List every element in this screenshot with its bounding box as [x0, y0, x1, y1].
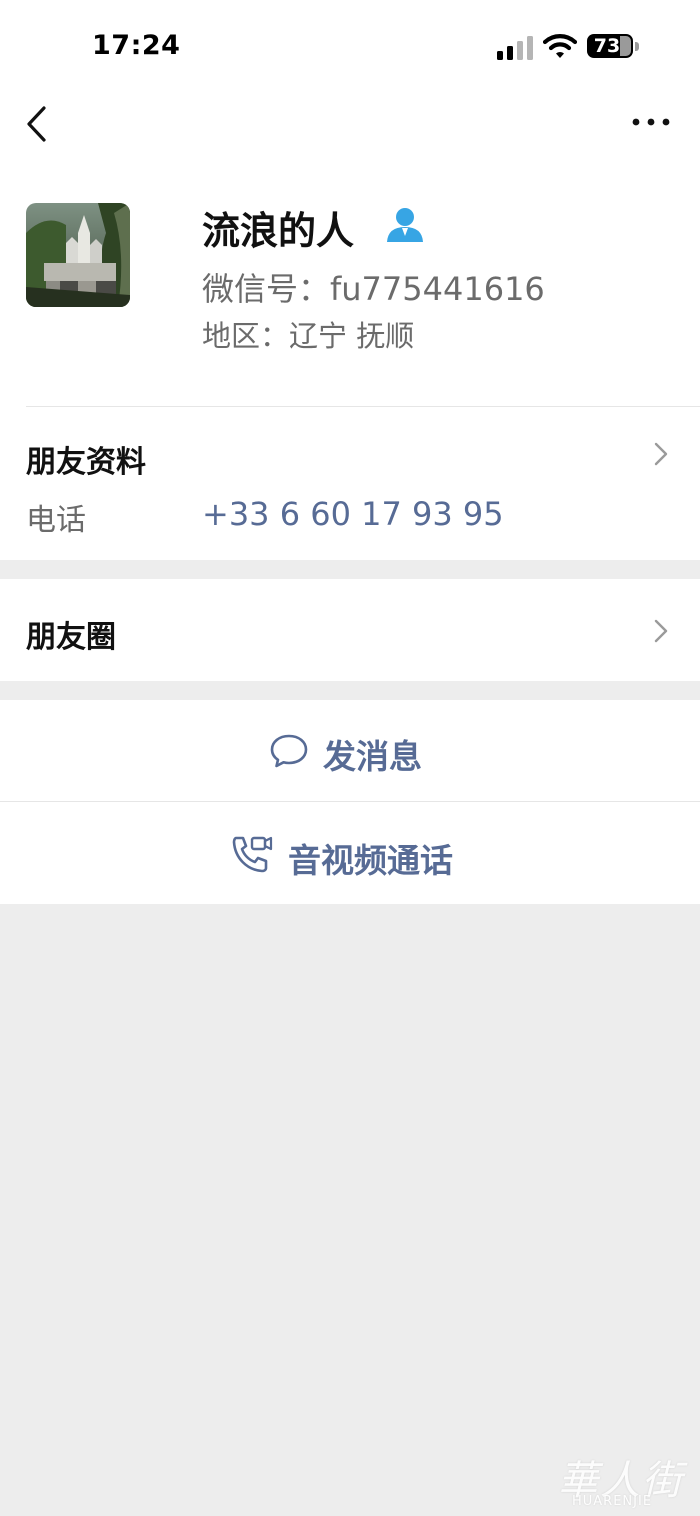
battery-level: 73	[593, 35, 621, 57]
phone-number-link[interactable]: +33 6 60 17 93 95	[202, 495, 504, 533]
contact-name: 流浪的人	[202, 209, 355, 253]
avatar[interactable]	[26, 203, 130, 307]
region: 地区：辽宁 抚顺	[202, 319, 415, 353]
video-call-button[interactable]: 音视频通话	[0, 802, 700, 904]
watermark-subtext: HUARENJIE	[572, 1494, 653, 1509]
moments-row[interactable]: 朋友圈	[0, 579, 700, 681]
send-message-label: 发消息	[323, 737, 422, 776]
video-call-label: 音视频通话	[288, 841, 453, 880]
action-buttons: 发消息 音视频通话	[0, 700, 700, 904]
status-time: 17:24	[92, 30, 181, 61]
send-message-button[interactable]: 发消息	[0, 700, 700, 801]
cell-signal-icon	[497, 36, 533, 60]
moments-title: 朋友圈	[26, 620, 116, 655]
wifi-icon	[543, 34, 577, 58]
battery-icon: 73	[587, 34, 639, 60]
user-tag-icon[interactable]	[385, 206, 425, 244]
section-divider	[26, 406, 700, 407]
chat-bubble-icon	[270, 734, 308, 768]
phone-label: 电话	[26, 503, 86, 538]
back-icon[interactable]	[22, 104, 52, 144]
more-icon[interactable]	[630, 114, 672, 130]
wechat-id: 微信号：fu775441616	[202, 270, 545, 308]
phone-video-icon	[232, 836, 273, 873]
friend-info-title: 朋友资料	[26, 445, 146, 480]
chevron-right-icon	[654, 442, 668, 466]
friend-info-row[interactable]: 朋友资料 电话 +33 6 60 17 93 95	[0, 408, 700, 558]
chevron-right-icon	[654, 619, 668, 643]
